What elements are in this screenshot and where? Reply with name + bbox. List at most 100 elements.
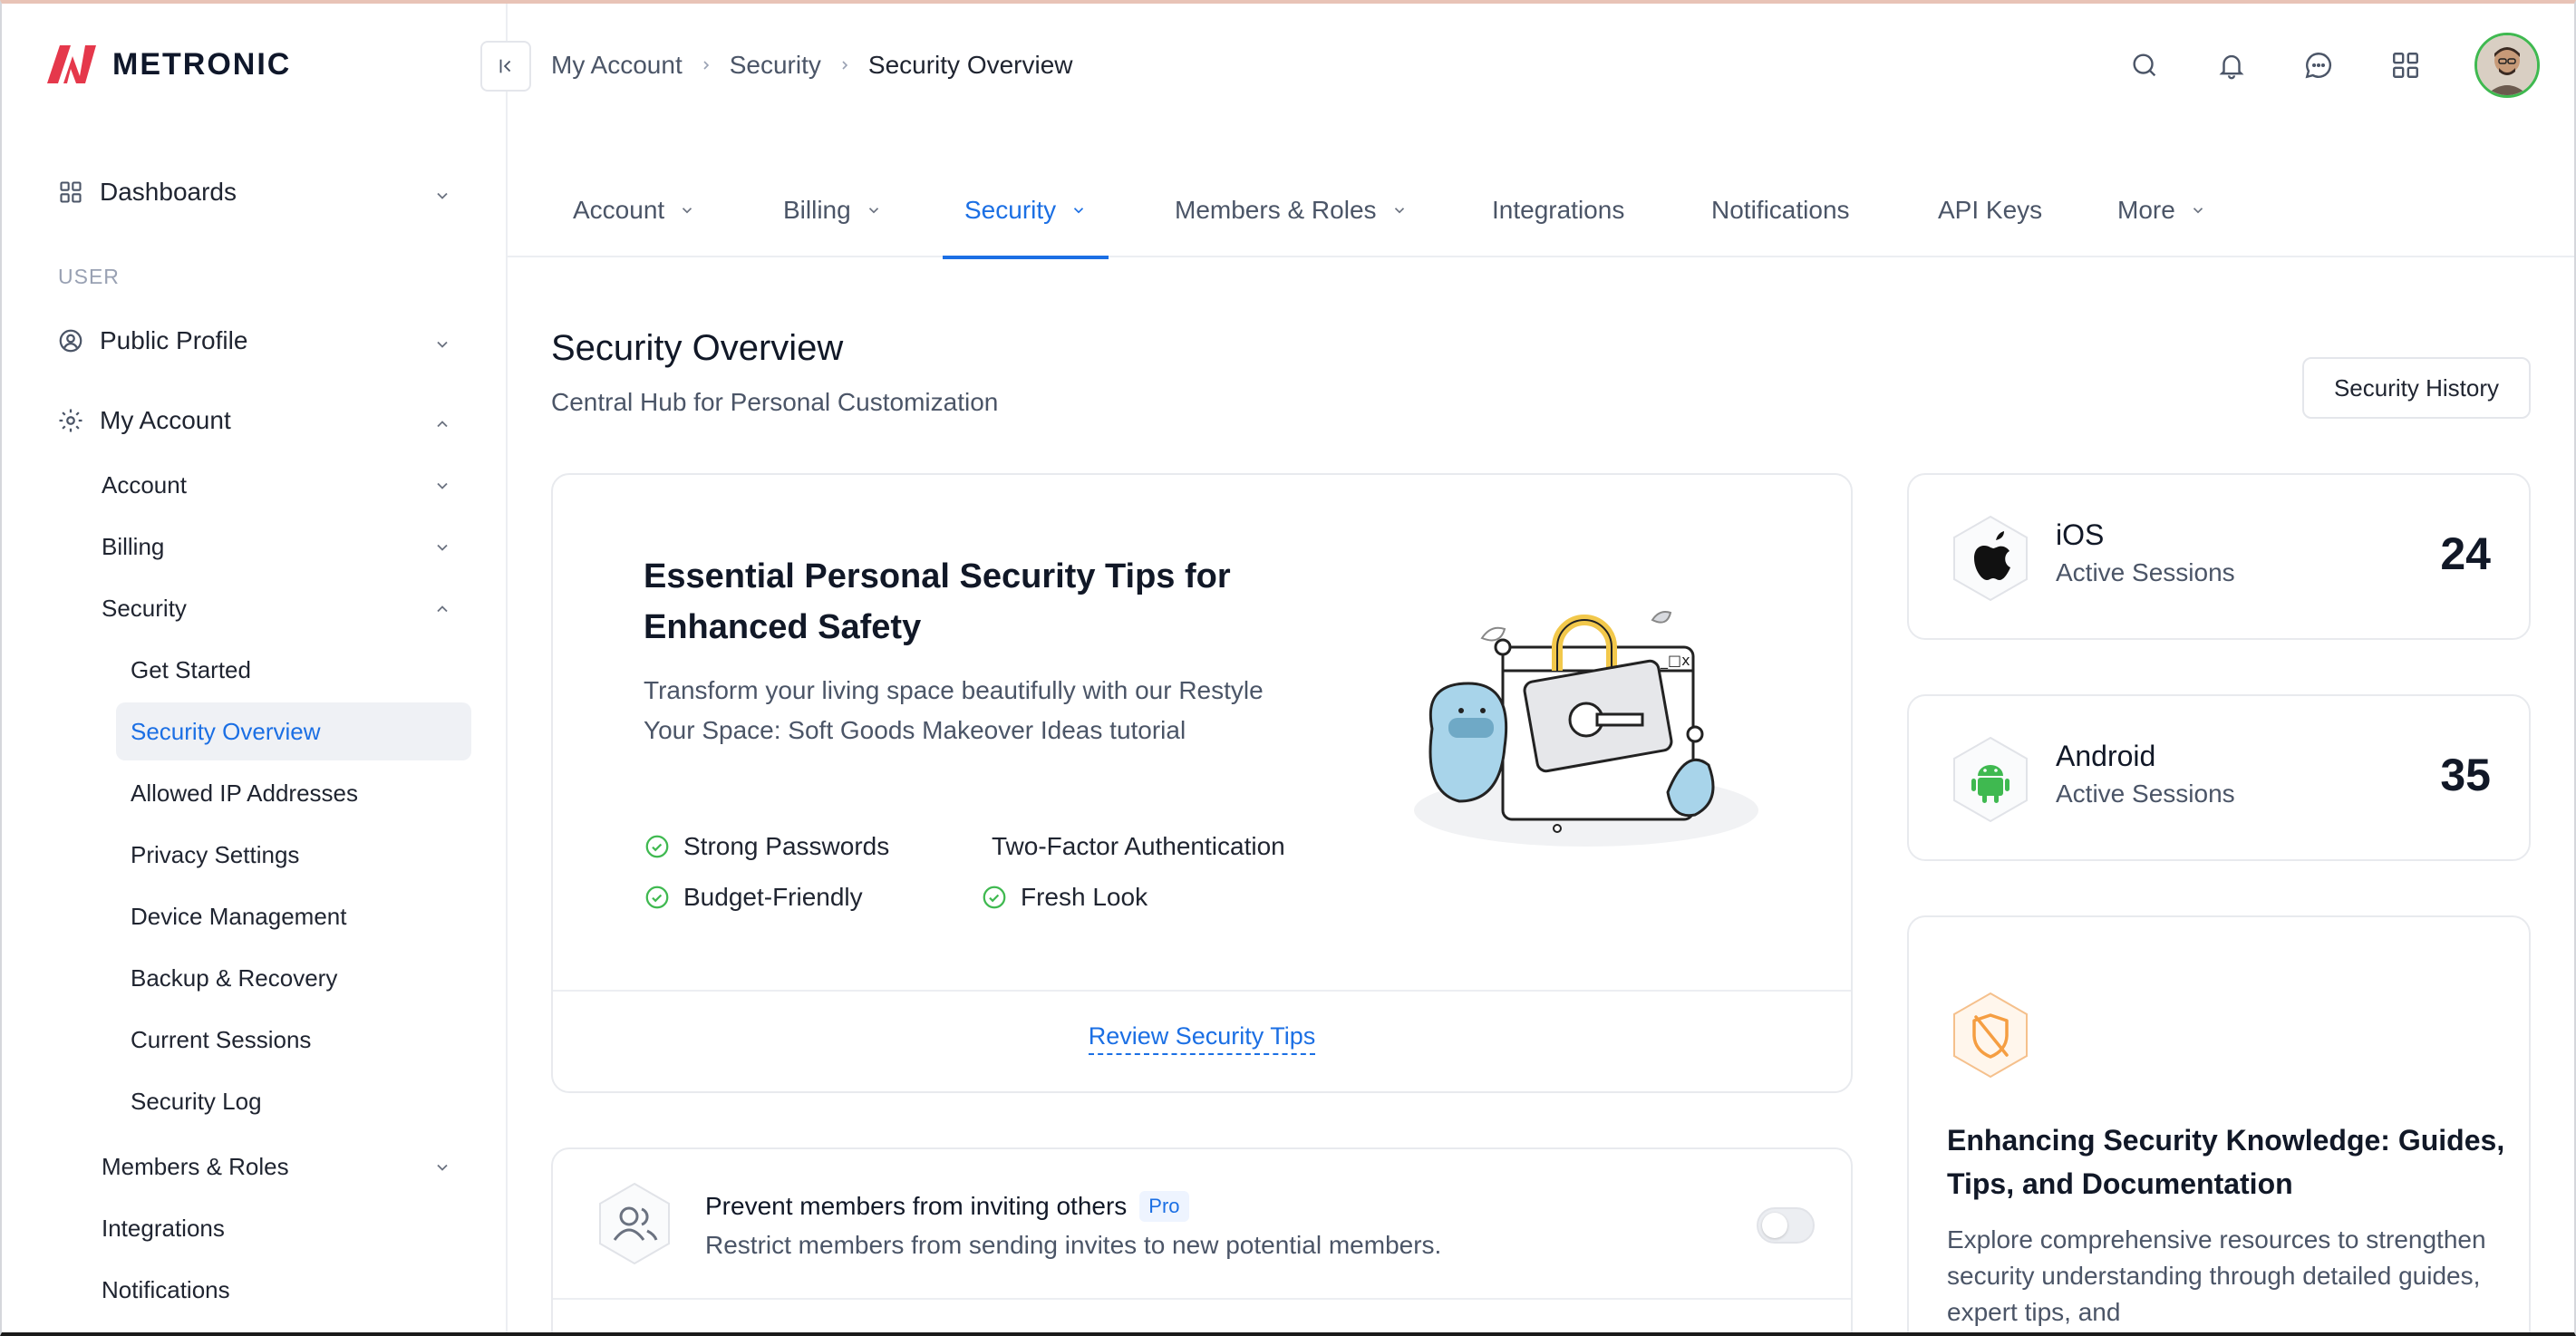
tab-label: Account: [573, 196, 665, 224]
tip-label: Strong Passwords: [683, 832, 890, 860]
tab-label: Integrations: [1492, 196, 1625, 224]
card-divider: [553, 990, 1851, 992]
tab-billing[interactable]: Billing: [783, 163, 882, 257]
sidebar-collapse-button[interactable]: [480, 41, 531, 92]
chevron-up-icon[interactable]: [431, 598, 453, 620]
breadcrumb-item[interactable]: My Account: [551, 51, 683, 80]
chevron-up-icon[interactable]: [431, 413, 453, 435]
invite-setting-title: Prevent members from inviting others Pro: [705, 1191, 1189, 1222]
tab-more[interactable]: More: [2117, 163, 2206, 257]
sidebar-item-account[interactable]: Account: [102, 471, 187, 499]
chevron-down-icon: [1074, 208, 1084, 214]
metronic-logo-icon: [47, 45, 96, 83]
session-label: Active Sessions: [2056, 779, 2235, 808]
tab-account[interactable]: Account: [573, 163, 695, 257]
session-platform: Android: [2056, 740, 2156, 772]
sidebar-item-label: Dashboards: [100, 178, 237, 206]
invite-setting-description: Restrict members from sending invites to…: [705, 1231, 1442, 1259]
chevron-down-icon[interactable]: [431, 1157, 453, 1178]
chat-icon[interactable]: [2300, 47, 2337, 83]
sidebar-item-security[interactable]: Security: [102, 595, 187, 623]
sidebar-item-backup-recovery[interactable]: Backup & Recovery: [131, 964, 337, 992]
tip-item: Two-Factor Authentication: [992, 832, 1285, 861]
security-history-button[interactable]: Security History: [2302, 357, 2531, 419]
setting-title-text: Prevent members from inviting others: [705, 1192, 1128, 1220]
top-header: My Account Security Security Overview: [508, 0, 2576, 134]
tip-item: Strong Passwords: [644, 832, 889, 861]
tip-item: Budget-Friendly: [644, 883, 863, 912]
sidebar-item-dashboards[interactable]: Dashboards: [56, 178, 237, 207]
sidebar-item-label: My Account: [100, 406, 231, 434]
security-knowledge-card: Enhancing Security Knowledge: Guides, Ti…: [1907, 915, 2531, 1336]
tab-members-roles[interactable]: Members & Roles: [1175, 163, 1408, 257]
invite-settings-card: Prevent members from inviting others Pro…: [551, 1147, 1853, 1336]
apple-icon: [1953, 515, 2028, 602]
chevron-down-icon: [1394, 208, 1404, 214]
sidebar-item-integrations[interactable]: Integrations: [102, 1215, 225, 1243]
chevron-down-icon: [2193, 208, 2203, 214]
check-circle-icon: [645, 835, 669, 858]
collapse-left-icon: [499, 59, 511, 73]
sidebar-item-security-overview[interactable]: Security Overview: [131, 718, 321, 746]
sidebar-item-device-management[interactable]: Device Management: [131, 903, 346, 931]
check-circle-icon: [983, 886, 1006, 909]
logo-text: METRONIC: [112, 46, 292, 82]
sidebar-item-billing[interactable]: Billing: [102, 533, 164, 561]
check-circle-icon: [645, 886, 669, 909]
review-security-tips-link[interactable]: Review Security Tips: [1088, 1022, 1316, 1055]
tip-item: Fresh Look: [981, 883, 1148, 912]
session-count: 35: [2440, 750, 2491, 800]
svg-text:_□x: _□x: [1660, 652, 1690, 670]
sidebar-item-my-account[interactable]: My Account: [56, 406, 231, 435]
android-icon: [1953, 736, 2028, 823]
avatar[interactable]: [2474, 33, 2540, 98]
account-tabs: Account Billing Security Members & Roles…: [508, 163, 2576, 259]
search-icon[interactable]: [2126, 47, 2163, 83]
bell-icon[interactable]: [2213, 47, 2250, 83]
sidebar-item-current-sessions[interactable]: Current Sessions: [131, 1026, 311, 1054]
ios-sessions-card[interactable]: iOS Active Sessions 24: [1907, 473, 2531, 640]
chevron-down-icon[interactable]: [431, 334, 453, 355]
page-subtitle: Central Hub for Personal Customization: [551, 388, 999, 416]
sidebar-item-notifications[interactable]: Notifications: [102, 1276, 230, 1304]
tab-api-keys[interactable]: API Keys: [1938, 163, 2042, 257]
sidebar-item-privacy-settings[interactable]: Privacy Settings: [131, 841, 299, 869]
sidebar-item-get-started[interactable]: Get Started: [131, 656, 251, 684]
security-tips-card: Essential Personal Security Tips for Enh…: [551, 473, 1853, 1093]
breadcrumb-current: Security Overview: [867, 51, 1073, 79]
tab-label: Security: [964, 196, 1057, 224]
tips-description: Transform your living space beautifully …: [644, 676, 1264, 744]
chevron-right-icon: [842, 61, 848, 70]
breadcrumb: My Account Security Security Overview: [551, 51, 1073, 80]
sidebar-item-allowed-ip[interactable]: Allowed IP Addresses: [131, 779, 358, 808]
security-illustration: _□x: [1414, 611, 1758, 847]
apps-grid-icon[interactable]: [2387, 47, 2424, 83]
sidebar-item-security-log[interactable]: Security Log: [131, 1088, 262, 1116]
tips-title: Essential Personal Security Tips for Enh…: [644, 557, 1231, 646]
tab-notifications[interactable]: Notifications: [1711, 163, 1850, 257]
shield-off-icon: [1953, 992, 2028, 1079]
chevron-down-icon: [683, 208, 692, 214]
chevron-right-icon: [703, 61, 709, 70]
card-divider: [553, 1298, 1851, 1300]
chevron-down-icon[interactable]: [431, 475, 453, 497]
sidebar-item-members-roles[interactable]: Members & Roles: [102, 1153, 289, 1181]
tip-label: Two-Factor Authentication: [992, 832, 1285, 860]
invite-restriction-toggle[interactable]: [1757, 1207, 1815, 1244]
android-sessions-card[interactable]: Android Active Sessions 35: [1907, 694, 2531, 861]
sidebar: METRONIC Dashboards USER Public Profile …: [0, 0, 508, 1336]
sidebar-item-public-profile[interactable]: Public Profile: [56, 326, 247, 355]
tab-label: More: [2117, 196, 2175, 224]
logo[interactable]: METRONIC: [44, 44, 291, 85]
review-tips-footer: Review Security Tips: [553, 1022, 1851, 1055]
breadcrumb-item[interactable]: Security: [730, 51, 821, 80]
tab-integrations[interactable]: Integrations: [1492, 163, 1624, 257]
chevron-down-icon[interactable]: [431, 537, 453, 558]
tab-security[interactable]: Security: [942, 163, 1109, 259]
users-icon: [599, 1182, 670, 1265]
sidebar-section-user: USER: [58, 265, 120, 288]
tab-label: Notifications: [1711, 196, 1850, 224]
chevron-down-icon[interactable]: [431, 185, 453, 207]
tip-label: Fresh Look: [1021, 883, 1148, 911]
session-label: Active Sessions: [2056, 558, 2235, 586]
